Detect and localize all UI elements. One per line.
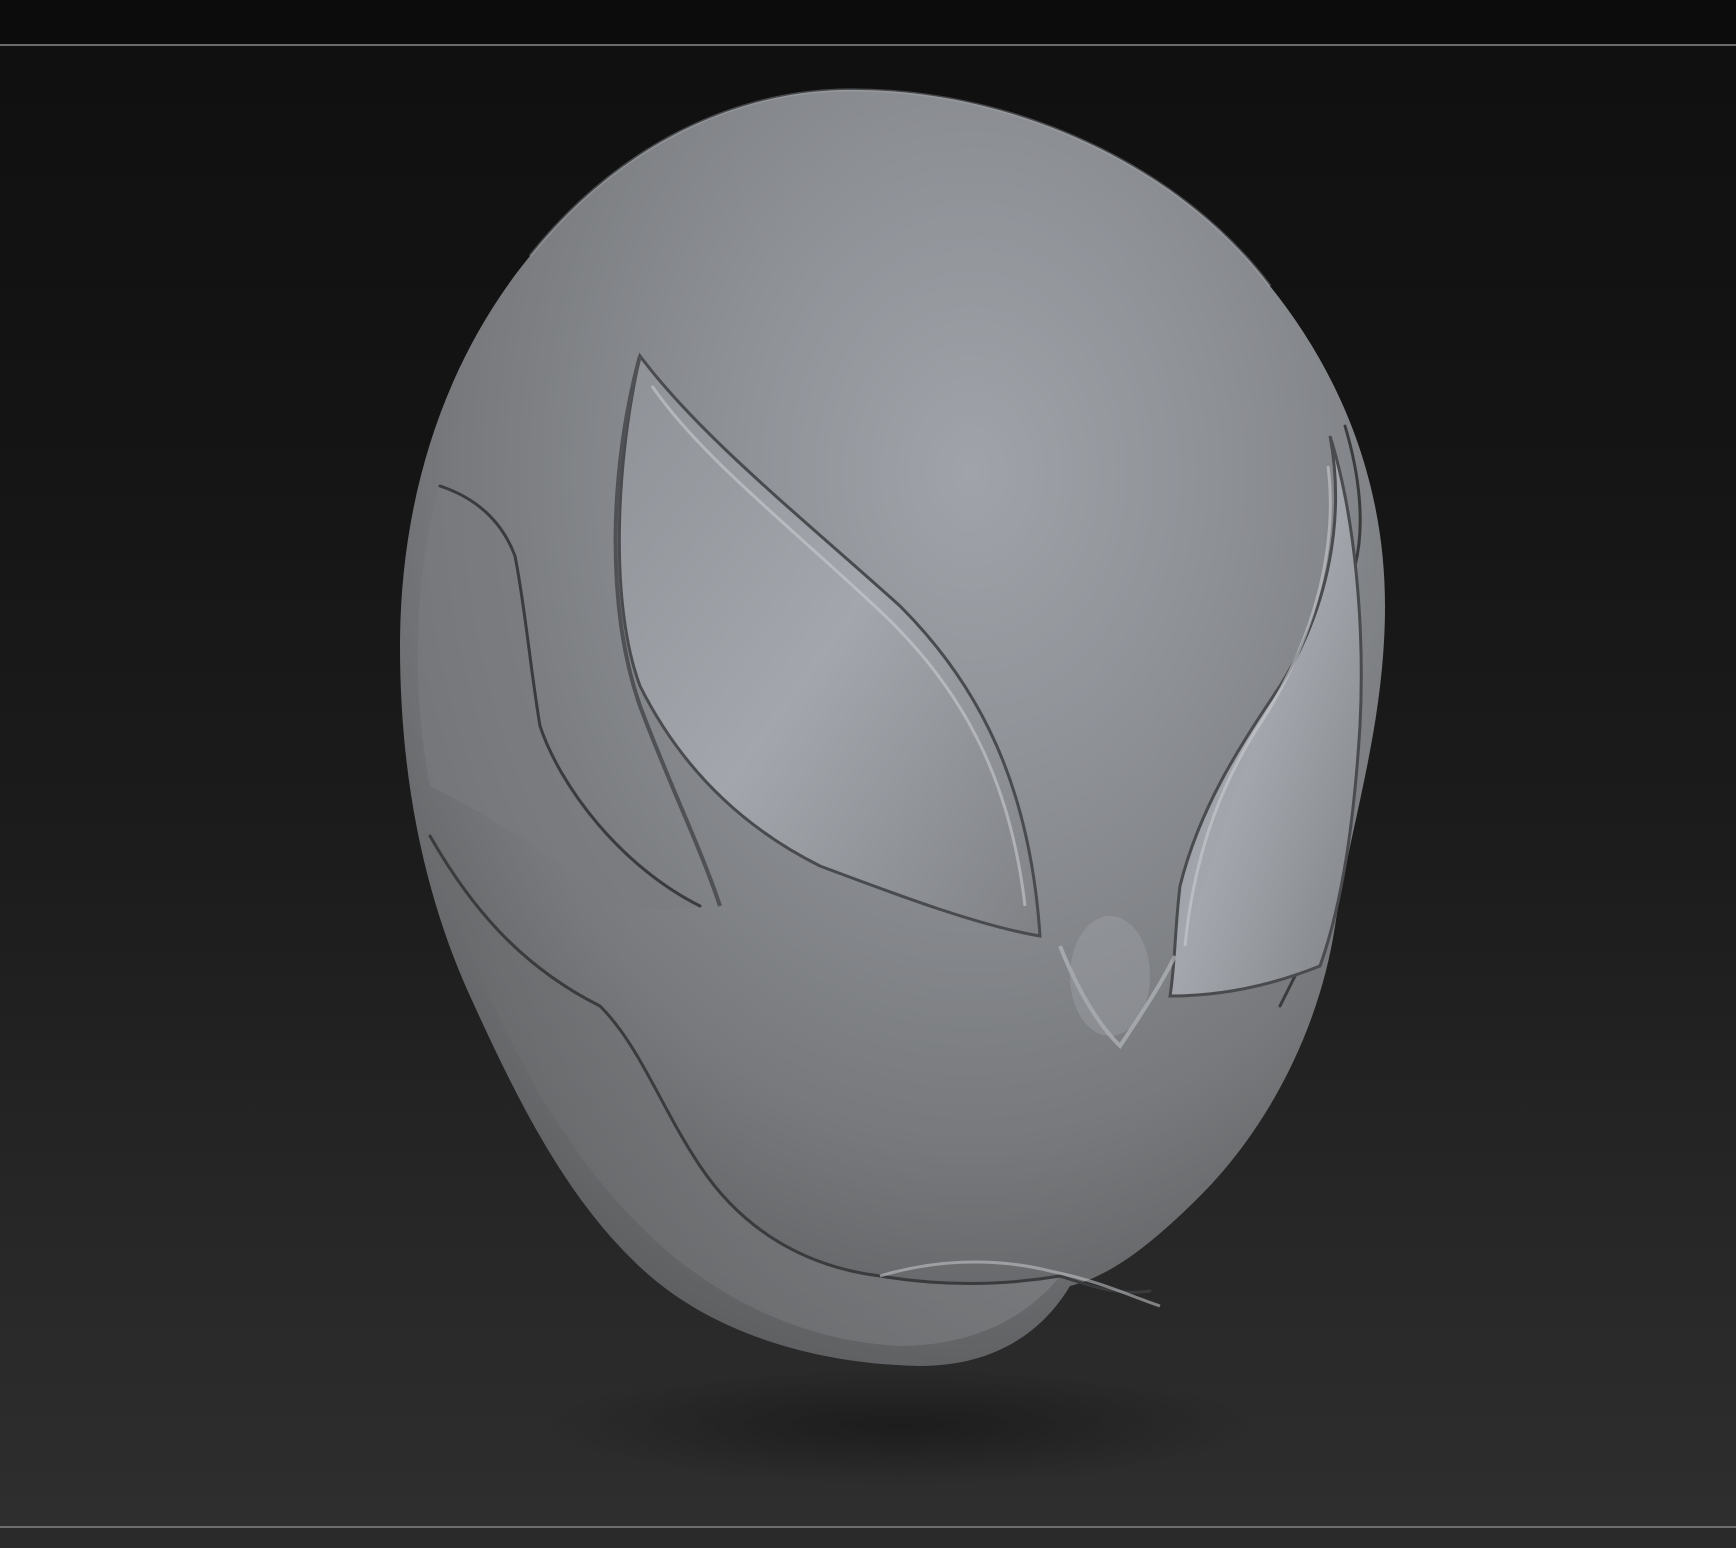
sculpt-app-window <box>0 0 1736 1548</box>
model-render <box>400 88 1385 1486</box>
canvas-viewport[interactable] <box>0 46 1736 1526</box>
nose-highlight <box>1070 916 1150 1036</box>
top-toolbar <box>0 0 1736 44</box>
bottom-shelf <box>0 1528 1736 1548</box>
model-shadow <box>540 1366 1260 1486</box>
